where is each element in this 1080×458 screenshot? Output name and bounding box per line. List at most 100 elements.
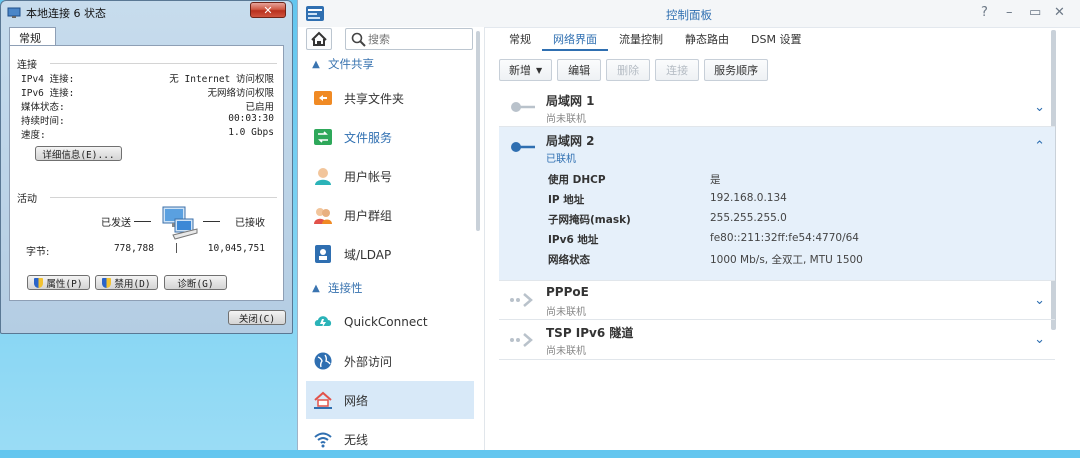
- sidebar-item-group[interactable]: 用户群组: [306, 196, 474, 234]
- network-status-dialog: 本地连接 6 状态 ✕ 常规 连接 IPv4 连接: 无 Internet 访问权…: [0, 0, 293, 334]
- chevron-up-icon[interactable]: ⌃: [1034, 139, 1045, 154]
- maximize-icon[interactable]: ▭: [1029, 5, 1041, 20]
- bytes-sent-value: 778,788: [113, 243, 154, 254]
- speed-row: 速度: 1.0 Gbps: [21, 127, 274, 141]
- ipv4-row: IPv4 连接: 无 Internet 访问权限: [21, 74, 274, 85]
- connection-heading: 连接: [17, 60, 37, 71]
- dialog-body: 连接 IPv4 连接: 无 Internet 访问权限 IPv6 连接: 无网络访问…: [9, 45, 284, 301]
- interface-status: 尚未联机: [546, 114, 586, 125]
- disable-button[interactable]: 禁用(D): [95, 275, 158, 290]
- lan-disconnected-icon: [511, 102, 535, 112]
- chevron-down-icon: ▼: [536, 65, 543, 75]
- bytes-received-value: 10,045,751: [207, 243, 265, 254]
- activity-heading: 活动: [17, 194, 37, 205]
- group-icon: [313, 205, 333, 225]
- wifi-icon: [313, 429, 333, 449]
- quickconnect-icon: [313, 312, 333, 332]
- domain-icon: [313, 244, 333, 264]
- interface-name: 局域网 2: [546, 134, 595, 148]
- detail-row: 网络状态 1000 Mb/s, 全双工, MTU 1500: [548, 254, 863, 266]
- list-item-lan2[interactable]: 局域网 2 已联机 ⌃ 使用 DHCP 是 IP 地址 192.168.0.134 …: [499, 127, 1055, 281]
- network-home-icon: [313, 390, 333, 410]
- chevron-down-icon[interactable]: ⌄: [1034, 293, 1045, 308]
- list-item-lan1[interactable]: 局域网 1 尚未联机 ⌄: [499, 88, 1055, 127]
- dialog-title: 本地连接 6 状态: [26, 7, 106, 20]
- tab-dsm-settings[interactable]: DSM 设置: [740, 27, 812, 49]
- interface-status: 已联机: [546, 154, 576, 165]
- details-button[interactable]: 详细信息(E)...: [35, 146, 122, 161]
- sidebar-item-domain-ldap[interactable]: 域/LDAP: [306, 235, 474, 273]
- sidebar-item-file-services[interactable]: 文件服务: [306, 118, 474, 156]
- list-item-tsp-ipv6[interactable]: TSP IPv6 隧道 尚未联机 ⌄: [499, 320, 1055, 360]
- media-state-row: 媒体状态: 已启用: [21, 102, 274, 113]
- minimize-icon[interactable]: –: [1006, 5, 1013, 20]
- close-icon[interactable]: ✕: [1054, 5, 1065, 20]
- list-item-pppoe[interactable]: PPPoE 尚未联机 ⌄: [499, 281, 1055, 320]
- sidebar-item-external-access[interactable]: 外部访问: [306, 342, 474, 380]
- interface-name: PPPoE: [546, 285, 589, 299]
- sidebar-item-wireless[interactable]: 无线: [306, 420, 474, 458]
- detail-row: 使用 DHCP 是: [548, 174, 721, 186]
- service-order-button[interactable]: 服务顺序: [704, 59, 769, 81]
- close-button[interactable]: 关闭(C): [228, 310, 286, 325]
- tab-traffic-control[interactable]: 流量控制: [608, 27, 674, 49]
- ipv6-row: IPv6 连接: 无网络访问权限: [21, 88, 274, 99]
- bytes-label: 字节:: [26, 247, 50, 258]
- chevron-down-icon[interactable]: ⌄: [1034, 100, 1045, 115]
- tab-static-route[interactable]: 静态路由: [674, 27, 740, 49]
- create-button[interactable]: 新增 ▼: [499, 59, 553, 81]
- dialog-close-icon[interactable]: ✕: [250, 2, 286, 18]
- tunnel-icon: [510, 333, 533, 347]
- window-title: 控制面板: [666, 8, 712, 22]
- control-panel-window: 控制面板 ? – ▭ ✕ ▲文件共享 共享文件夹 文件服务 用户帐号: [297, 0, 1080, 450]
- properties-button[interactable]: 属性(P): [27, 275, 90, 290]
- sidebar-item-quickconnect[interactable]: QuickConnect: [306, 303, 474, 341]
- search-input[interactable]: [368, 31, 466, 47]
- watermark-text: 什么值得买: [964, 412, 1064, 436]
- interface-name: TSP IPv6 隧道: [546, 326, 634, 340]
- detail-row: IP 地址 192.168.0.134: [548, 192, 787, 206]
- tab-network-interface[interactable]: 网络界面: [542, 27, 608, 51]
- detail-row: IPv6 地址 fe80::211:32ff:fe54:4770/64: [548, 232, 859, 246]
- network-computers-icon: [159, 205, 199, 243]
- uac-shield-icon: [34, 277, 44, 288]
- tab-bar: 常规 网络界面 流量控制 静态路由 DSM 设置: [498, 27, 1052, 51]
- watermark: 值 什么值得买: [928, 408, 1064, 437]
- interface-name: 局域网 1: [546, 94, 595, 108]
- search-field[interactable]: [345, 28, 473, 50]
- file-services-icon: [313, 127, 333, 147]
- interface-status: 尚未联机: [546, 307, 586, 318]
- tab-general[interactable]: 常规: [498, 27, 542, 49]
- lan-connected-icon: [511, 142, 535, 152]
- received-label: 已接收: [235, 218, 265, 229]
- watermark-logo-icon: 值: [928, 408, 956, 437]
- duration-row: 持续时间: 00:03:30: [21, 113, 274, 127]
- sidebar-item-network[interactable]: 网络: [306, 381, 474, 419]
- network-adapter-icon: [7, 7, 21, 19]
- chevron-down-icon[interactable]: ⌄: [1034, 332, 1045, 347]
- home-button[interactable]: [306, 28, 332, 50]
- uac-shield-icon: [102, 277, 112, 288]
- diagnose-button[interactable]: 诊断(G): [164, 275, 227, 290]
- pppoe-icon: [510, 293, 533, 307]
- category-file-sharing[interactable]: ▲ 文件共享: [298, 52, 484, 76]
- edit-button[interactable]: 编辑: [557, 59, 602, 81]
- window-titlebar: 控制面板 ? – ▭ ✕: [298, 0, 1080, 28]
- category-connectivity[interactable]: ▲ 连接性: [298, 276, 484, 300]
- user-icon: [313, 166, 333, 186]
- help-icon[interactable]: ?: [981, 5, 988, 20]
- sidebar-item-shared-folder[interactable]: 共享文件夹: [306, 79, 474, 117]
- globe-icon: [313, 351, 333, 371]
- home-icon: [311, 31, 327, 46]
- connect-button[interactable]: 连接: [655, 59, 700, 81]
- delete-button[interactable]: 删除: [606, 59, 651, 81]
- sent-label: 已发送: [101, 218, 131, 229]
- interface-status: 尚未联机: [546, 346, 586, 357]
- sidebar-item-user[interactable]: 用户帐号: [306, 157, 474, 195]
- shared-folder-icon: [313, 88, 333, 108]
- search-icon: [351, 32, 366, 47]
- detail-row: 子网掩码(mask) 255.255.255.0: [548, 212, 787, 226]
- sidebar: ▲文件共享 共享文件夹 文件服务 用户帐号 用户群组 域/LDAP ▲连接性 Q…: [298, 27, 485, 450]
- dialog-titlebar: 本地连接 6 状态: [7, 3, 106, 23]
- toolbar: 新增 ▼ 编辑 删除 连接 服务顺序: [499, 59, 769, 81]
